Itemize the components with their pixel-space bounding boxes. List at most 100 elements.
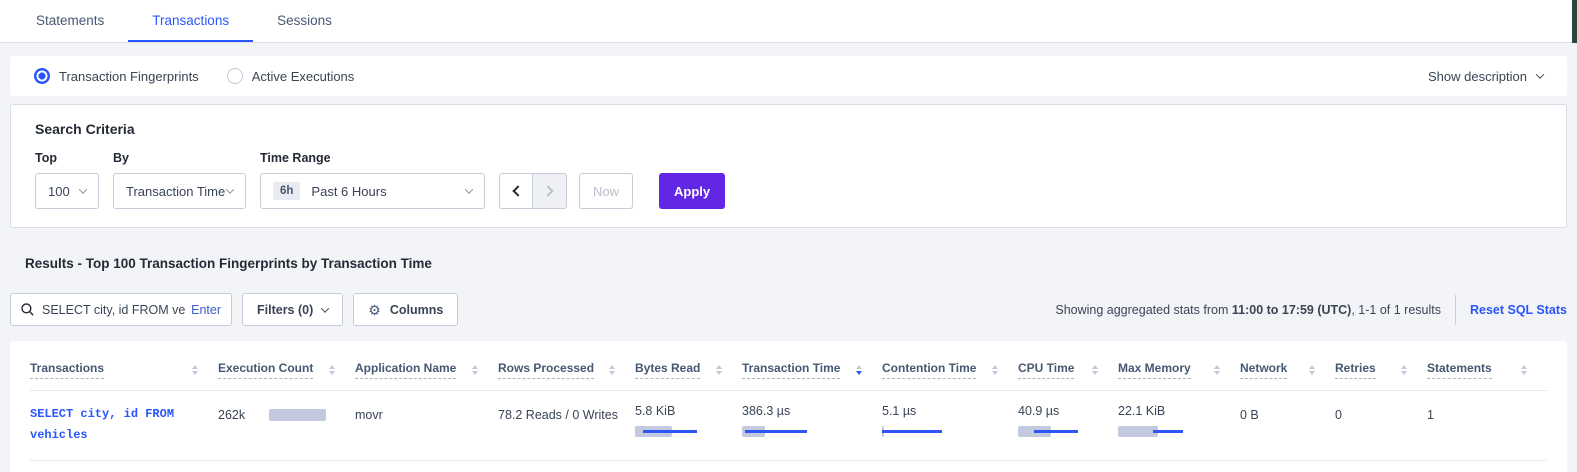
- sort-icon: [1092, 365, 1098, 375]
- cpu-time-value: 40.9 µs: [1018, 404, 1108, 418]
- radio-active-executions[interactable]: Active Executions: [227, 68, 355, 84]
- show-description-label: Show description: [1428, 69, 1527, 84]
- columns-label: Columns: [390, 303, 443, 317]
- search-input[interactable]: [42, 303, 185, 317]
- max-memory-cell: 22.1 KiB: [1118, 404, 1240, 438]
- time-range-prev-button[interactable]: [499, 173, 533, 209]
- chevron-down-icon: [1536, 70, 1544, 78]
- stats-suffix: , 1-1 of 1 results: [1351, 303, 1441, 317]
- column-header-transactions[interactable]: Transactions: [30, 361, 218, 379]
- contention-time-barchart: [882, 425, 952, 438]
- time-range-badge: 6h: [273, 182, 300, 200]
- tab-transactions[interactable]: Transactions: [128, 0, 253, 42]
- search-enter-hint[interactable]: Enter: [191, 303, 221, 317]
- sort-icon: [992, 365, 998, 375]
- search-box: Enter: [10, 293, 232, 326]
- time-range-next-button[interactable]: [533, 173, 567, 209]
- bytes-read-value: 5.8 KiB: [635, 404, 732, 418]
- time-range-label: Time Range: [260, 151, 485, 165]
- chevron-down-icon: [321, 304, 329, 312]
- sort-icon: [609, 365, 615, 375]
- sort-icon: [716, 365, 722, 375]
- column-header-statements[interactable]: Statements: [1427, 361, 1547, 379]
- sort-icon: [329, 365, 335, 375]
- contention-time-value: 5.1 µs: [882, 404, 1008, 418]
- top-select[interactable]: 100: [35, 173, 99, 209]
- now-button[interactable]: Now: [579, 173, 633, 209]
- table-row: SELECT city, id FROM vehicles 262k movr …: [30, 391, 1547, 461]
- apply-button[interactable]: Apply: [659, 173, 725, 209]
- sort-icon: [472, 365, 478, 375]
- execution-count-bar: [269, 409, 326, 421]
- sort-icon: [856, 365, 862, 375]
- column-header-execution-count[interactable]: Execution Count: [218, 361, 355, 379]
- column-header-cpu-time[interactable]: CPU Time: [1018, 361, 1118, 379]
- column-header-bytes-read[interactable]: Bytes Read: [635, 361, 742, 379]
- radio-unselected-icon: [227, 68, 243, 84]
- stats-prefix: Showing aggregated stats from: [1055, 303, 1232, 317]
- time-range-value: Past 6 Hours: [311, 184, 386, 199]
- execution-count-cell: 262k: [218, 408, 355, 422]
- search-icon: [21, 303, 34, 316]
- aggregated-stats-text: Showing aggregated stats from 11:00 to 1…: [1055, 303, 1441, 317]
- column-header-rows-processed[interactable]: Rows Processed: [498, 361, 635, 379]
- sort-icon: [192, 365, 198, 375]
- radio-transaction-fingerprints[interactable]: Transaction Fingerprints: [34, 68, 199, 84]
- chevron-right-icon: [542, 185, 553, 196]
- rows-processed-cell: 78.2 Reads / 0 Writes: [498, 408, 635, 422]
- radio-label: Active Executions: [252, 69, 355, 84]
- results-title: Results - Top 100 Transaction Fingerprin…: [25, 256, 1552, 271]
- filters-label: Filters (0): [257, 303, 313, 317]
- gear-icon: ⚙: [368, 303, 381, 317]
- sort-icon: [1401, 365, 1407, 375]
- columns-button[interactable]: ⚙ Columns: [353, 293, 458, 326]
- column-header-application-name[interactable]: Application Name: [355, 361, 498, 379]
- search-criteria-title: Search Criteria: [35, 121, 1542, 137]
- search-criteria-panel: Search Criteria Top 100 By Transaction T…: [10, 104, 1567, 228]
- criteria-controls-row: Top 100 By Transaction Time Time Range 6…: [35, 151, 1542, 209]
- top-label: Top: [35, 151, 99, 165]
- by-select-value: Transaction Time: [126, 184, 225, 199]
- sort-icon: [1521, 365, 1527, 375]
- contention-time-cell: 5.1 µs: [882, 404, 1018, 438]
- execution-count-value: 262k: [218, 408, 245, 422]
- retries-cell: 0: [1335, 408, 1427, 422]
- sort-icon: [1309, 365, 1315, 375]
- results-table-panel: Transactions Execution Count Application…: [10, 341, 1567, 472]
- time-range-field: Time Range 6h Past 6 Hours: [260, 151, 485, 209]
- bytes-read-cell: 5.8 KiB: [635, 404, 742, 438]
- top-field: Top 100: [35, 151, 99, 209]
- application-name-cell: movr: [355, 408, 498, 422]
- reset-sql-stats-link[interactable]: Reset SQL Stats: [1470, 303, 1567, 317]
- network-cell: 0 B: [1240, 408, 1335, 422]
- table-header-row: Transactions Execution Count Application…: [30, 349, 1547, 391]
- column-header-network[interactable]: Network: [1240, 361, 1335, 379]
- column-header-transaction-time[interactable]: Transaction Time: [742, 361, 882, 379]
- column-header-contention-time[interactable]: Contention Time: [882, 361, 1018, 379]
- results-controls-row: Enter Filters (0) ⚙ Columns Showing aggr…: [10, 293, 1567, 326]
- vertical-divider: [1455, 295, 1456, 325]
- stats-range: 11:00 to 17:59 (UTC): [1232, 303, 1351, 317]
- max-memory-value: 22.1 KiB: [1118, 404, 1230, 418]
- radio-selected-icon: [34, 68, 50, 84]
- column-header-retries[interactable]: Retries: [1335, 361, 1427, 379]
- radio-label: Transaction Fingerprints: [59, 69, 199, 84]
- filters-button[interactable]: Filters (0): [242, 293, 343, 326]
- page-body: Transaction Fingerprints Active Executio…: [0, 43, 1577, 472]
- chevron-down-icon: [226, 185, 234, 193]
- tab-sessions[interactable]: Sessions: [253, 0, 356, 42]
- max-memory-barchart: [1118, 425, 1188, 438]
- transaction-time-barchart: [742, 425, 812, 438]
- window-edge-strip: [1572, 0, 1577, 43]
- chevron-down-icon: [465, 185, 473, 193]
- transaction-fingerprint-link[interactable]: SELECT city, id FROM vehicles: [30, 404, 190, 446]
- transaction-time-cell: 386.3 µs: [742, 404, 882, 438]
- tab-statements[interactable]: Statements: [12, 0, 128, 42]
- time-range-pager: [499, 173, 567, 209]
- column-header-max-memory[interactable]: Max Memory: [1118, 361, 1240, 379]
- top-tab-bar: Statements Transactions Sessions: [0, 0, 1577, 43]
- time-range-select[interactable]: 6h Past 6 Hours: [260, 173, 485, 209]
- chevron-left-icon: [512, 185, 523, 196]
- by-select[interactable]: Transaction Time: [113, 173, 246, 209]
- show-description-toggle[interactable]: Show description: [1428, 69, 1543, 84]
